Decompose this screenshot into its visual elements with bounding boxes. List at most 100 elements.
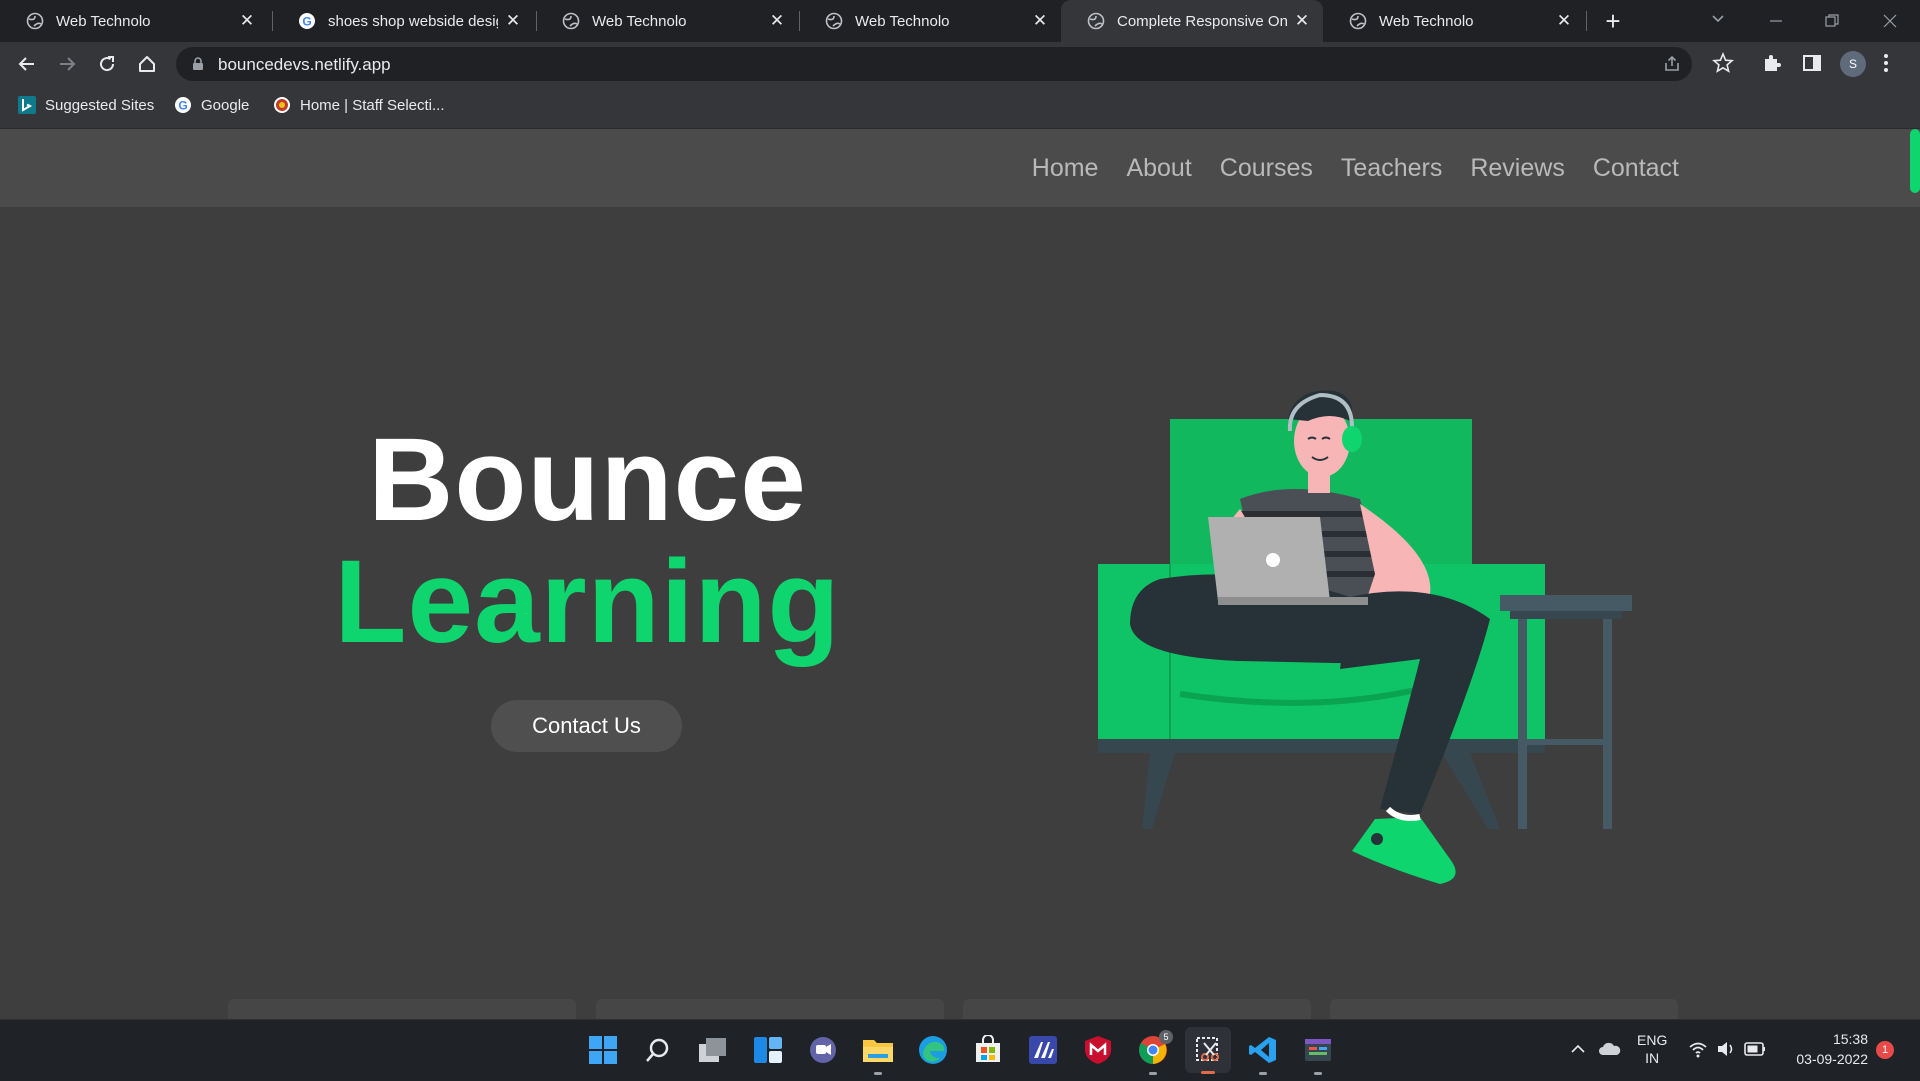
nav-link-home[interactable]: Home xyxy=(1032,154,1099,183)
share-icon[interactable] xyxy=(1662,54,1682,74)
forward-button[interactable] xyxy=(54,51,80,77)
chrome-window-count-badge: 5 xyxy=(1159,1030,1173,1044)
bookmark-label: Home | Staff Selecti... xyxy=(300,96,445,114)
teams-chat-button[interactable] xyxy=(807,1034,839,1066)
snipping-tool-button[interactable] xyxy=(1185,1027,1231,1074)
tab-title: Complete Responsive Online xyxy=(1117,12,1287,30)
nav-link-courses[interactable]: Courses xyxy=(1220,154,1313,183)
close-tab-icon[interactable]: ✕ xyxy=(238,11,256,31)
hero-title-line-2: Learning xyxy=(334,536,841,668)
store-icon xyxy=(976,1035,1000,1062)
chrome-button[interactable]: 5 xyxy=(1137,1030,1173,1075)
language-indicator[interactable]: ENG IN xyxy=(1637,1031,1667,1067)
hero-heading: Bounce Learning xyxy=(300,419,875,663)
profile-avatar[interactable]: S xyxy=(1840,51,1866,77)
clock-date: 03-09-2022 xyxy=(1796,1051,1868,1067)
nav-link-teachers[interactable]: Teachers xyxy=(1341,154,1442,183)
store-button[interactable] xyxy=(972,1034,1004,1066)
hero-illustration xyxy=(1098,390,1632,884)
google-icon: G xyxy=(175,97,191,113)
more-menu-icon[interactable] xyxy=(1882,52,1890,74)
edge-button[interactable] xyxy=(917,1034,949,1066)
nav-link-contact[interactable]: Contact xyxy=(1593,154,1679,183)
close-window-button[interactable] xyxy=(1862,0,1918,42)
web-page: Home About Courses Teachers Reviews Cont… xyxy=(0,129,1920,1019)
address-bar[interactable]: bouncedevs.netlify.app xyxy=(176,47,1692,81)
browser-tab[interactable]: Web Technolo ✕ xyxy=(536,0,798,42)
lock-icon[interactable] xyxy=(192,57,204,71)
snipping-tool-icon xyxy=(1196,1037,1219,1061)
running-indicator xyxy=(1259,1072,1267,1075)
browser-tab[interactable]: Web Technolo ✕ xyxy=(799,0,1061,42)
browser-tab-active[interactable]: Complete Responsive Online ✕ xyxy=(1061,0,1323,42)
reload-icon xyxy=(100,56,115,72)
tab-title: Web Technolo xyxy=(592,12,687,30)
taskbar-app[interactable] xyxy=(1027,1034,1059,1066)
svg-text:G: G xyxy=(178,99,187,113)
running-indicator xyxy=(1314,1072,1322,1075)
globe-icon xyxy=(1087,12,1105,30)
minimize-button[interactable] xyxy=(1748,0,1804,42)
bookmark-staff-selection[interactable]: Home | Staff Selecti... xyxy=(273,96,445,114)
chevron-up-icon[interactable] xyxy=(1570,1042,1586,1056)
file-explorer-button[interactable] xyxy=(862,1034,894,1075)
course-card xyxy=(228,999,576,1019)
page-scrollbar-thumb[interactable] xyxy=(1910,129,1920,193)
running-indicator xyxy=(1149,1072,1157,1075)
side-panel-icon[interactable] xyxy=(1801,52,1823,74)
volume-icon[interactable] xyxy=(1716,1040,1736,1058)
vscode-icon xyxy=(1249,1037,1276,1063)
close-tab-icon[interactable]: ✕ xyxy=(504,11,522,31)
course-card xyxy=(1330,999,1678,1019)
close-tab-icon[interactable]: ✕ xyxy=(768,11,786,31)
site-nav: Home About Courses Teachers Reviews Cont… xyxy=(1032,129,1679,207)
taskbar-search[interactable] xyxy=(642,1034,674,1066)
browser-toolbar: bouncedevs.netlify.app S xyxy=(0,42,1920,86)
restore-icon xyxy=(1825,14,1839,27)
url-text[interactable]: bouncedevs.netlify.app xyxy=(218,55,391,75)
extensions-icon[interactable] xyxy=(1761,52,1783,74)
onedrive-cloud-icon[interactable] xyxy=(1598,1040,1622,1058)
start-button[interactable] xyxy=(587,1034,619,1066)
bookmark-google[interactable]: G Google xyxy=(174,96,249,114)
nav-link-about[interactable]: About xyxy=(1126,154,1191,183)
hero-title-line-1: Bounce xyxy=(368,414,807,546)
contact-us-button[interactable]: Contact Us xyxy=(491,700,682,752)
nav-link-reviews[interactable]: Reviews xyxy=(1470,154,1564,183)
mcafee-button[interactable] xyxy=(1082,1034,1114,1066)
running-indicator xyxy=(1201,1071,1215,1074)
region-code: IN xyxy=(1645,1050,1660,1066)
close-tab-icon[interactable]: ✕ xyxy=(1293,11,1311,31)
windows-start-icon xyxy=(589,1036,617,1064)
restore-button[interactable] xyxy=(1804,0,1860,42)
notification-badge[interactable]: 1 xyxy=(1876,1041,1894,1059)
task-view-icon xyxy=(699,1038,726,1062)
task-view-button[interactable] xyxy=(697,1034,729,1066)
widgets-button[interactable] xyxy=(752,1034,784,1066)
chevron-down-icon[interactable] xyxy=(1708,8,1728,28)
taskbar-app[interactable] xyxy=(1302,1034,1334,1075)
edge-icon xyxy=(919,1036,947,1064)
new-tab-button[interactable]: + xyxy=(1598,6,1628,36)
star-icon[interactable] xyxy=(1712,52,1734,74)
close-tab-icon[interactable]: ✕ xyxy=(1555,11,1573,31)
reload-button[interactable] xyxy=(94,51,120,77)
minimize-icon xyxy=(1770,20,1782,22)
browser-tab-strip: Web Technolo ✕ G shoes shop webside desi… xyxy=(0,0,1920,42)
google-icon: G xyxy=(299,13,315,29)
browser-tab[interactable]: G shoes shop webside design ✕ xyxy=(272,0,534,42)
vscode-button[interactable] xyxy=(1247,1034,1279,1075)
system-clock[interactable]: 15:38 03-09-2022 xyxy=(1788,1029,1868,1069)
close-tab-icon[interactable]: ✕ xyxy=(1031,11,1049,31)
browser-tab[interactable]: Web Technolo ✕ xyxy=(0,0,268,42)
globe-icon xyxy=(26,12,44,30)
battery-icon[interactable] xyxy=(1744,1041,1766,1057)
back-button[interactable] xyxy=(14,51,40,77)
arrow-left-icon xyxy=(18,57,34,71)
bookmark-suggested-sites[interactable]: Suggested Sites xyxy=(18,96,154,114)
home-button[interactable] xyxy=(134,51,160,77)
bing-icon xyxy=(18,96,36,114)
wifi-icon[interactable] xyxy=(1688,1040,1708,1058)
arrow-right-icon xyxy=(60,57,76,71)
browser-tab[interactable]: Web Technolo ✕ xyxy=(1323,0,1585,42)
